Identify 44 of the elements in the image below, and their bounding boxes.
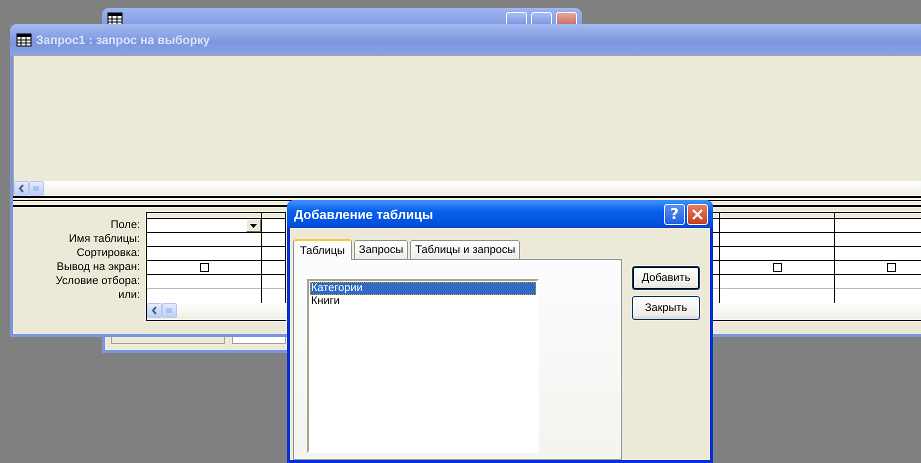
scrollbar[interactable] [147,303,286,320]
dialog-title: Добавление таблицы [294,206,434,222]
add-button[interactable]: Добавить [632,266,700,290]
window-icon [107,12,123,26]
tab[interactable]: Таблицы и запросы [410,240,520,259]
arrow-left-icon [18,184,25,193]
scroll-thumb[interactable] [162,303,177,318]
window-icon [16,32,32,46]
close-button[interactable] [687,204,708,224]
row-label: Поле: [110,218,141,232]
dropdown-button[interactable] [246,219,261,232]
minimize-button[interactable] [506,12,527,24]
help-button[interactable]: ? [664,204,685,224]
row-label: Имя таблицы: [68,232,141,246]
window-title: Запрос1 : запрос на выборку [36,32,210,46]
row-label: Условие отбора: [54,274,141,288]
list-item[interactable]: Книги [310,295,536,308]
table-list[interactable]: Категории Книги [307,279,539,453]
checkbox[interactable] [200,263,208,272]
tab[interactable]: Запросы [354,240,408,259]
maximize-button[interactable] [531,12,552,24]
scroll-left-button[interactable] [14,181,29,196]
row-label: Вывод на экран: [56,260,141,274]
column-selector[interactable] [835,213,921,219]
row-label: Сортировка: [76,246,141,260]
checkbox[interactable] [887,263,896,272]
checkbox[interactable] [772,263,782,272]
scroll-left-button[interactable] [147,303,162,318]
scrollbar[interactable] [14,181,921,196]
caret-icon [250,224,257,228]
row-label: или: [117,288,141,302]
grip-icon [33,185,40,192]
close-dialog-button[interactable]: Закрыть [632,296,700,320]
column-selector[interactable] [262,213,285,219]
grip-icon [166,307,173,314]
tab[interactable]: Таблицы [293,239,352,260]
column-selector[interactable] [713,213,719,219]
close-button[interactable] [556,12,577,24]
close-icon [692,208,703,220]
scroll-thumb[interactable] [29,181,44,196]
column-selector[interactable] [147,213,261,219]
column-selector[interactable] [720,213,834,219]
arrow-left-icon [151,306,158,315]
list-item[interactable]: Категории [310,282,536,295]
